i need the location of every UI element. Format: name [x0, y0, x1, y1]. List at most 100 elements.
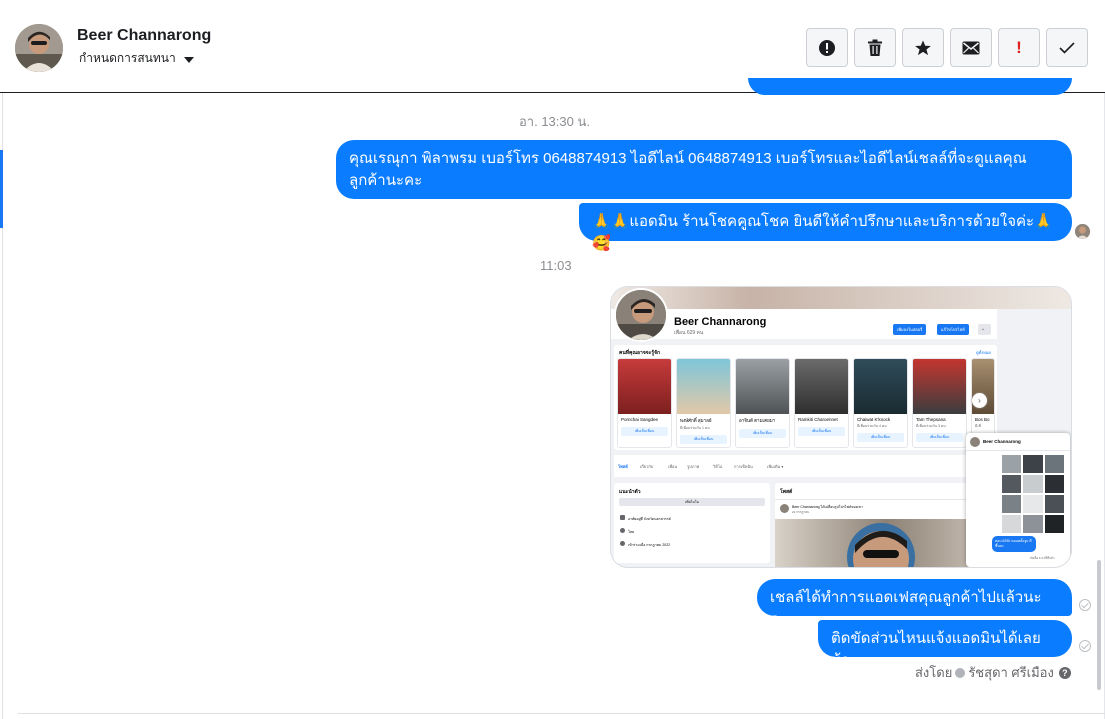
delete-button[interactable] — [854, 28, 896, 67]
mini-chat-avatar — [970, 437, 980, 447]
suggestion-card: Ramkiti Charoennet เพิ่มเป็นเพื่อน — [794, 358, 849, 448]
suggestion-name: Pornchai Sangdee — [621, 417, 659, 422]
suggestion-card: Chaiwat K'knock มีเพื่อนร่วมกัน 4 คน เพิ… — [853, 358, 908, 448]
suggestion-meta — [618, 422, 671, 423]
suggestion-card: อาจินต์ ตามเคยมา เพิ่มเป็นเพื่อน — [735, 358, 790, 448]
seen-avatar — [1075, 224, 1090, 239]
add-story-button: เพิ่มลงในสตอรี่ — [893, 324, 927, 335]
post-date: 22 กรกฎาคม · — [792, 510, 811, 514]
suggestion-card: Pornchai Sangdee เพิ่มเป็นเพื่อน — [617, 358, 672, 448]
shared-image-attachment[interactable]: Beer Channarong เพื่อน 629 คน เพิ่มลงในส… — [610, 286, 1072, 568]
star-button[interactable] — [902, 28, 944, 67]
sent-by-label: ส่งโดย — [915, 665, 953, 680]
suggestion-meta: มีเพื่อนร่วมกัน 1 คน — [680, 426, 710, 430]
help-icon[interactable]: ? — [1058, 666, 1071, 679]
heart-icon — [620, 528, 625, 533]
add-friend-button: เพิ่มเป็นเพื่อน — [798, 427, 845, 436]
suggestion-card: พงษ์ศักดิ์ สุมาลย์ มีเพื่อนร่วมกัน 1 คน … — [676, 358, 731, 448]
thread-timestamp: อา. 13:30 น. — [519, 114, 590, 129]
see-all-link: ดูทั้งหมด — [975, 350, 991, 355]
posts-title: โพสต์ — [780, 489, 793, 495]
mark-done-button[interactable] — [1046, 28, 1088, 67]
profile-tab: เพื่อน — [668, 464, 678, 469]
conversation-panel: Beer Channarong กำหนดการสนทนา ! อา. 13:3… — [0, 0, 1105, 719]
add-friend-button: เพิ่มเป็นเพื่อน — [621, 427, 668, 436]
profile-name: Beer Channarong — [674, 316, 767, 328]
post-author-avatar — [780, 504, 789, 513]
envelope-icon — [962, 41, 980, 55]
suggestion-card: Tam Thepsana มีเพื่อนร่วมกัน 3 คน เพิ่มเ… — [912, 358, 967, 448]
post-image — [775, 519, 997, 567]
mini-chat-name: Beer Channarong — [983, 439, 1021, 444]
posts-card: โพสต์ Beer Channarong ได้เปลี่ยนรูปโปรไฟ… — [775, 483, 997, 567]
profile-tab: วิดีโอ — [713, 464, 723, 469]
intro-line: โสด — [628, 530, 635, 534]
clock-icon — [620, 541, 625, 546]
sent-check-icon — [1079, 599, 1091, 611]
sent-by-name: รัชสุดา ศรีเมือง — [968, 665, 1054, 680]
alert-circle-icon — [818, 39, 836, 57]
mark-unread-button[interactable] — [950, 28, 992, 67]
contact-name[interactable]: Beer Channarong — [77, 27, 211, 45]
suggestion-meta: มีเพื่อนร่วมกัน 4 คน — [857, 424, 887, 428]
trash-icon — [867, 39, 883, 57]
message-bubble[interactable]: เชลล์ได้ทำการแอดเฟสคุณลูกค้าไปแล้วนะคะ — [757, 579, 1072, 628]
intro-line: เข้าร่วมเมื่อ กรกฎาคม 2022 — [628, 543, 671, 547]
intro-line: อาศัยอยู่ที่ จังหวัดนครสวรรค์ — [628, 517, 671, 521]
exclamation-icon: ! — [1016, 37, 1022, 57]
suggestion-name: Ramkiti Charoennet — [798, 417, 838, 422]
thread-scrollbar[interactable] — [1097, 560, 1101, 690]
profile-friends-count: เพื่อน 629 คน — [674, 330, 704, 336]
people-suggestions: คนที่คุณอาจจะรู้จัก ดูทั้งหมด Pornchai S… — [614, 345, 997, 450]
edit-profile-button: แก้ไขโปรไฟล์ — [937, 324, 969, 335]
assign-label: กำหนดการสนทนา — [79, 51, 176, 65]
suggestion-name: Chaiwat K'knock — [857, 417, 891, 422]
profile-tab: การเช็คอิน — [734, 464, 753, 469]
suggestion-meta — [736, 424, 789, 425]
mini-chat-meta: ส่งเมื่อ 6 นาทีที่แล้ว — [1030, 556, 1055, 560]
add-friend-button: เพิ่มเป็นเพื่อน — [680, 435, 727, 444]
follow-up-button[interactable]: ! — [998, 28, 1040, 67]
add-bio-button: เพิ่มไบโอ — [619, 498, 765, 506]
suggestion-name: พงษ์ศักดิ์ สุมาลย์ — [680, 418, 712, 423]
thread-timestamp: 11:03 — [540, 258, 572, 273]
intro-card: แนะนำตัว เพิ่มไบโอ อาศัยอยู่ที่ จังหวัดน… — [614, 483, 770, 563]
profile-tabs: โพสต์ เกี่ยวกับ เพื่อน รูปภาพ วิดีโอ การ… — [614, 455, 997, 477]
mini-chat-window: Beer Channarong สอบ 6250 ดอนสตั้งจูบ ดีข… — [966, 433, 1070, 567]
assign-conversation-dropdown[interactable]: กำหนดการสนทนา — [79, 49, 194, 68]
add-friend-button: เพิ่มเป็นเพื่อน — [857, 433, 904, 442]
message-bubble[interactable]: คุณเรณุกา พิลาพรม เบอร์โทร 0648874913 ไอ… — [336, 140, 1072, 199]
suggestions-title: คนที่คุณอาจจะรู้จัก — [619, 350, 661, 356]
home-icon — [620, 515, 625, 520]
message-bubble[interactable]: 🙏🙏แอดมิน ร้านโชคคูณโชค ยินดีให้คำปรึกษาแ… — [579, 203, 1072, 252]
suggestion-name: Bos Bo — [975, 417, 990, 422]
checkmark-icon — [1059, 41, 1075, 54]
composer-divider — [18, 713, 1105, 714]
suggestion-meta: มีเพื่อนร่วมกัน 3 คน — [916, 424, 946, 428]
user-icon — [955, 667, 966, 678]
spam-button[interactable] — [806, 28, 848, 67]
header-actions: ! — [806, 28, 1088, 67]
suggestion-name: Tam Thepsana — [916, 417, 946, 422]
suggestion-meta — [795, 422, 848, 423]
caret-down-icon — [183, 56, 194, 63]
message-bubble[interactable]: ติดขัดส่วนไหนแจ้งแอดมินได้เลยน้า — [818, 620, 1072, 669]
suggestion-name: อาจินต์ ตามเคยมา — [739, 418, 776, 423]
previous-message-bubble — [748, 78, 1072, 95]
star-icon — [914, 39, 932, 57]
suggestion-meta: มีเพื่ — [975, 424, 981, 428]
contact-avatar[interactable] — [15, 24, 63, 72]
profile-tab: โพสต์ — [618, 464, 628, 469]
add-friend-button: เพิ่มเป็นเพื่อน — [916, 433, 963, 442]
mini-chat-bubble: สอบ 6250 ดอนสตั้งจูบ ดีขึ้นนะ — [992, 536, 1036, 552]
profile-tab: เกี่ยวกับ — [640, 464, 654, 469]
profile-tab: เพิ่มเติม ▾ — [767, 464, 784, 469]
intro-title: แนะนำตัว — [619, 489, 641, 495]
sent-check-icon — [1079, 640, 1091, 652]
selection-accent — [0, 150, 3, 228]
mini-chat-photos — [1002, 455, 1064, 533]
more-button: ^ — [978, 324, 991, 335]
sent-by-info: ส่งโดย รัชสุดา ศรีเมือง ? — [915, 662, 1071, 683]
profile-photo — [614, 288, 668, 342]
cover-photo — [611, 287, 1071, 309]
